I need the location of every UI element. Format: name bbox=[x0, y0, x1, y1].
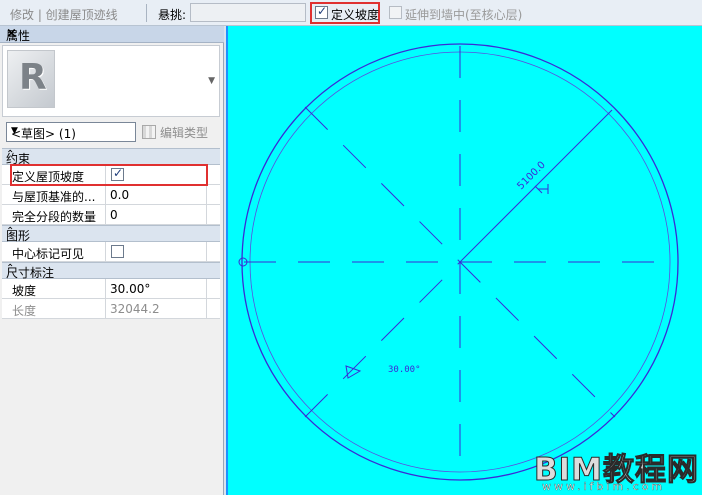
offset-from-base-value[interactable]: 0.0 bbox=[110, 188, 129, 202]
property-row-slope: 坡度 30.00° bbox=[2, 279, 220, 299]
length-value: 32044.2 bbox=[110, 302, 160, 316]
collapse-icon[interactable]: ⌃ bbox=[6, 149, 214, 160]
define-roof-slope-highlight bbox=[10, 164, 208, 186]
property-row-length: 长度 32044.2 bbox=[2, 299, 220, 319]
define-slope-label[interactable]: 定义坡度 bbox=[331, 6, 379, 23]
revit-logo-letter: R bbox=[19, 57, 47, 98]
property-key: 与屋顶基准的... bbox=[12, 190, 96, 204]
group-constraints[interactable]: 约束 ⌃ bbox=[2, 148, 220, 166]
center-mark-visible-checkbox[interactable] bbox=[111, 245, 124, 258]
extend-to-wall-label[interactable]: 延伸到墙中(至核心层) bbox=[405, 6, 522, 23]
property-key: 坡度 bbox=[12, 284, 37, 298]
watermark-url: www.ifbim.com bbox=[542, 480, 666, 493]
property-key: 中心标记可见 bbox=[12, 247, 85, 261]
define-slope-checkbox[interactable] bbox=[315, 4, 328, 19]
property-key: 长度 bbox=[12, 304, 37, 318]
options-bar: 修改 | 创建屋顶迹线 悬挑: 定义坡度 延伸到墙中(至核心层) bbox=[0, 0, 702, 26]
type-selector-dropdown[interactable]: <草图> (1) ▼ bbox=[6, 122, 136, 142]
watermark: BIM教程网 www.ifbim.com bbox=[533, 444, 700, 494]
breadcrumb: 修改 | 创建屋顶迹线 bbox=[10, 8, 118, 22]
slope-value[interactable]: 30.00° bbox=[110, 282, 150, 296]
radius-label[interactable]: 5100.0 bbox=[515, 160, 548, 193]
revit-logo-icon: R bbox=[7, 50, 55, 108]
roof-sketch: 5100.0 30.00° bbox=[238, 43, 679, 481]
property-row-full-segments: 完全分段的数量 0 bbox=[2, 205, 220, 225]
property-row-offset-from-base: 与屋顶基准的... 0.0 bbox=[2, 185, 220, 205]
chevron-down-icon[interactable]: ▼ bbox=[208, 76, 215, 86]
property-row-center-mark-visible: 中心标记可见 bbox=[2, 242, 220, 262]
edit-type-button[interactable]: 编辑类型 bbox=[142, 124, 208, 141]
slope-label[interactable]: 30.00° bbox=[388, 365, 421, 375]
overhang-label: 悬挑: bbox=[158, 8, 187, 22]
edit-type-label: 编辑类型 bbox=[160, 126, 209, 140]
group-graphics[interactable]: 图形 ⌃ bbox=[2, 225, 220, 243]
group-dimensions[interactable]: 尺寸标注 ⌃ bbox=[2, 262, 220, 280]
properties-title-bar: 属性 × bbox=[0, 26, 224, 43]
type-preview: R ▼ bbox=[2, 45, 220, 117]
properties-palette: 属性 × R ▼ <草图> (1) ▼ 编辑类型 约束 ⌃ 定义屋顶坡度 与屋顶… bbox=[0, 26, 224, 495]
full-segments-value[interactable]: 0 bbox=[110, 208, 118, 222]
edit-type-icon bbox=[142, 125, 156, 139]
slope-arrow-icon[interactable] bbox=[345, 365, 362, 379]
property-key: 完全分段的数量 bbox=[12, 210, 97, 224]
diagonal-line-2 bbox=[304, 261, 461, 418]
drawing-area[interactable]: 5100.0 30.00° bbox=[226, 26, 702, 495]
chevron-down-icon[interactable]: ▼ bbox=[11, 126, 132, 136]
collapse-icon[interactable]: ⌃ bbox=[6, 226, 214, 237]
close-icon[interactable]: × bbox=[6, 26, 218, 41]
extend-to-wall-checkbox[interactable] bbox=[389, 6, 402, 19]
radius-dimension-line bbox=[459, 109, 613, 263]
overhang-input[interactable] bbox=[190, 3, 306, 22]
collapse-icon[interactable]: ⌃ bbox=[6, 263, 214, 274]
separator bbox=[146, 4, 147, 22]
